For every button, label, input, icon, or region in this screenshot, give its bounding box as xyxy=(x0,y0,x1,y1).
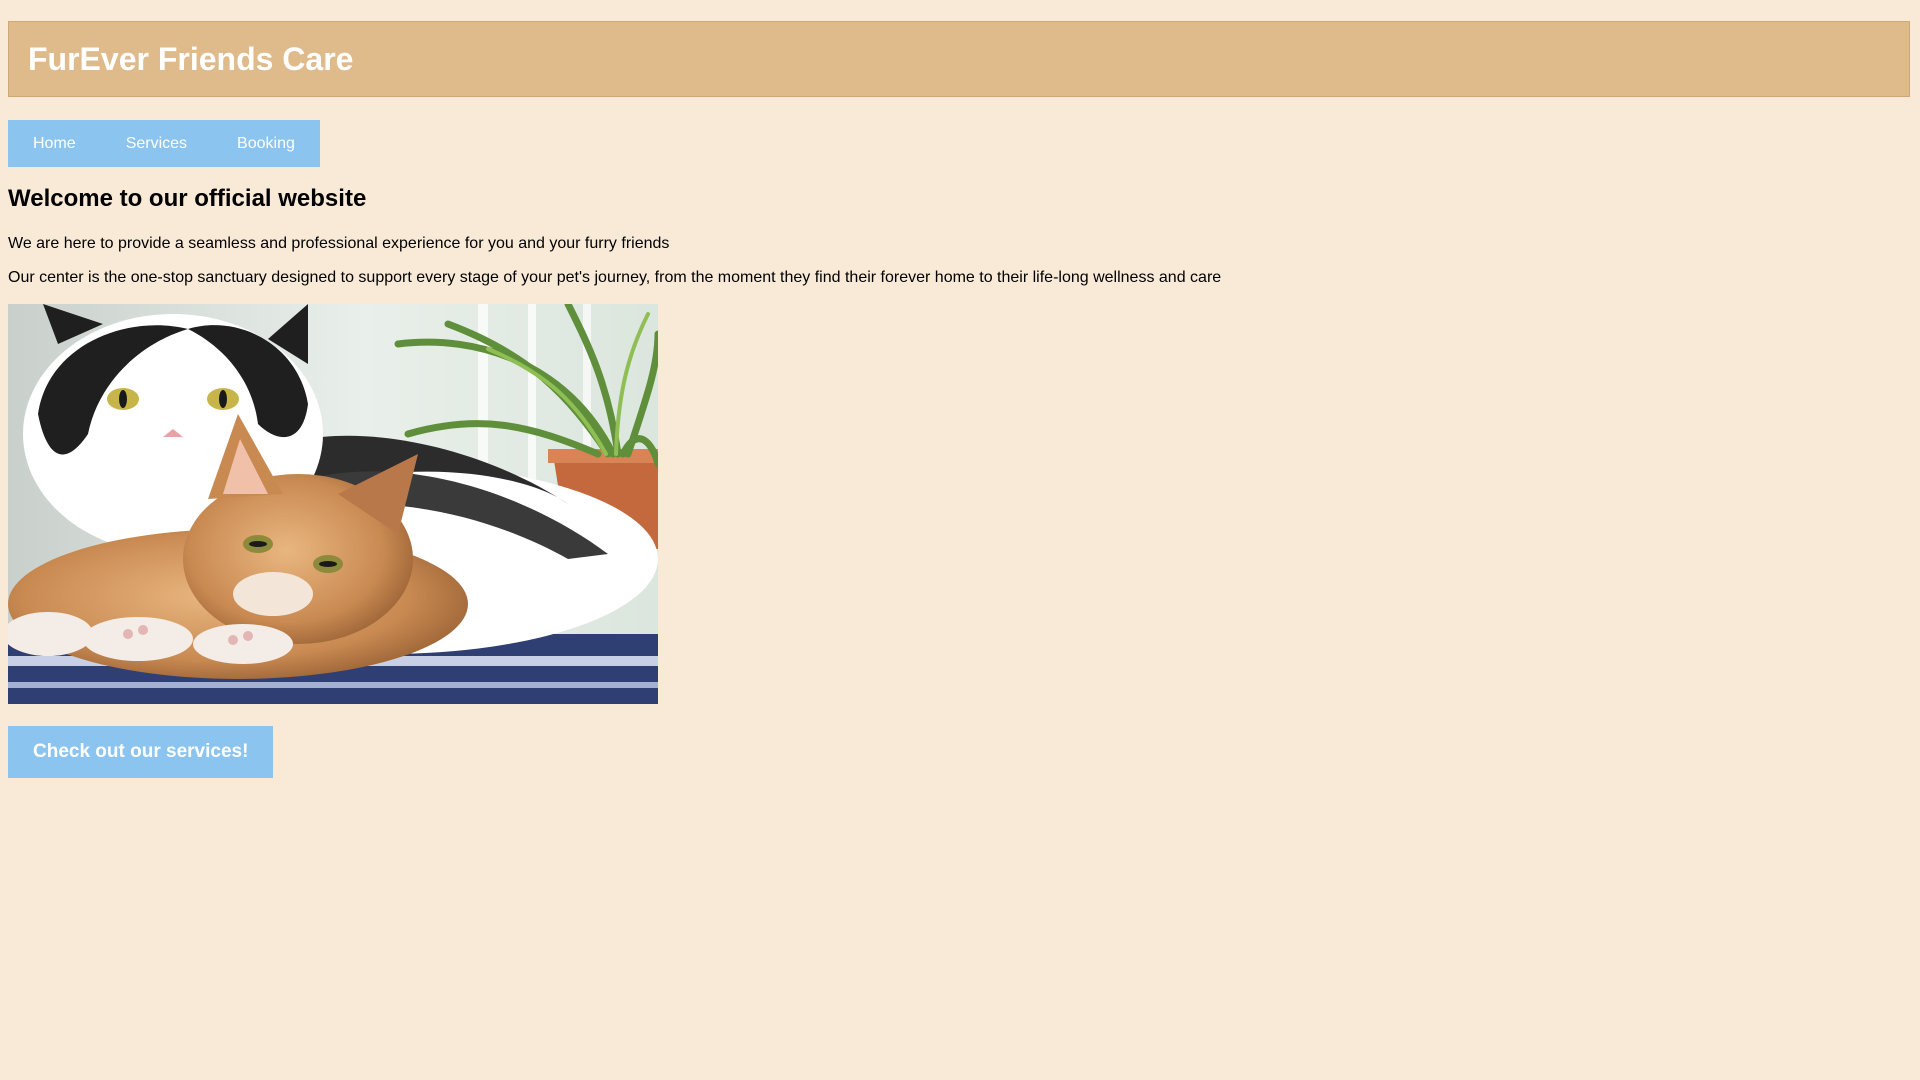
main-nav: Home Services Booking xyxy=(8,120,320,167)
nav-link-booking[interactable]: Booking xyxy=(212,120,320,167)
nav-link-services[interactable]: Services xyxy=(101,120,212,167)
check-services-button[interactable]: Check out our services! xyxy=(8,726,274,778)
page: FurEver Friends Care Home Services Booki… xyxy=(0,0,1920,1080)
site-header: FurEver Friends Care xyxy=(8,21,1910,97)
site-title: FurEver Friends Care xyxy=(28,41,354,77)
welcome-heading: Welcome to our official website xyxy=(8,185,367,212)
hero-image xyxy=(8,304,658,704)
intro-paragraph: We are here to provide a seamless and pr… xyxy=(8,235,670,252)
about-paragraph: Our center is the one-stop sanctuary des… xyxy=(8,269,1222,286)
nav-link-home[interactable]: Home xyxy=(8,120,101,167)
cats-photo xyxy=(8,304,658,704)
